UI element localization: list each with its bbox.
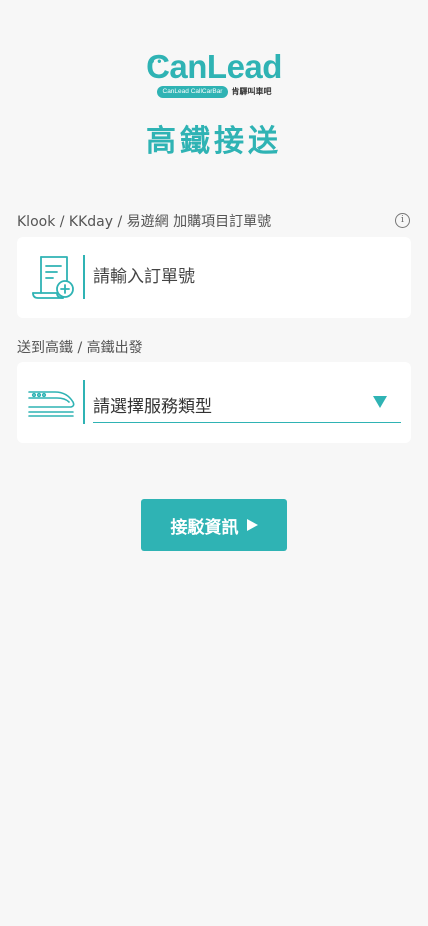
pickup-info-button[interactable]: 接駁資訊 [141, 499, 287, 551]
logo-wordmark: •• CanLead [146, 50, 282, 84]
logo-dots: •• [150, 54, 165, 68]
logo-subline: CanLead CallCarBar 肯驛叫車吧 [156, 86, 272, 98]
logo-chinese-name: 肯驛叫車吧 [231, 87, 272, 96]
info-icon[interactable]: i [395, 213, 410, 228]
service-type-select[interactable]: 請選擇服務類型 [93, 384, 401, 423]
order-number-card [17, 237, 411, 318]
pickup-info-label: 接駁資訊 [170, 517, 239, 538]
card-divider [83, 380, 85, 424]
card-divider [83, 255, 85, 299]
document-add-icon [32, 256, 74, 299]
high-speed-train-icon [28, 391, 75, 417]
page-title: 高鐵接送 [146, 124, 282, 159]
play-arrow-icon [246, 519, 258, 531]
service-type-value: 請選擇服務類型 [93, 397, 212, 417]
logo-text: CanLead [146, 48, 282, 85]
service-type-card: 請選擇服務類型 [17, 362, 411, 443]
logo-pill: CanLead CallCarBar [156, 86, 229, 98]
service-section-label: 送到高鐵 / 高鐵出發 [17, 340, 143, 356]
order-section-label: Klook / KKday / 易遊網 加購項目訂單號 [17, 214, 272, 230]
order-number-input[interactable] [93, 259, 393, 295]
brand-logo: •• CanLead CanLead CallCarBar 肯驛叫車吧 [0, 50, 428, 98]
caret-down-icon [373, 396, 387, 408]
